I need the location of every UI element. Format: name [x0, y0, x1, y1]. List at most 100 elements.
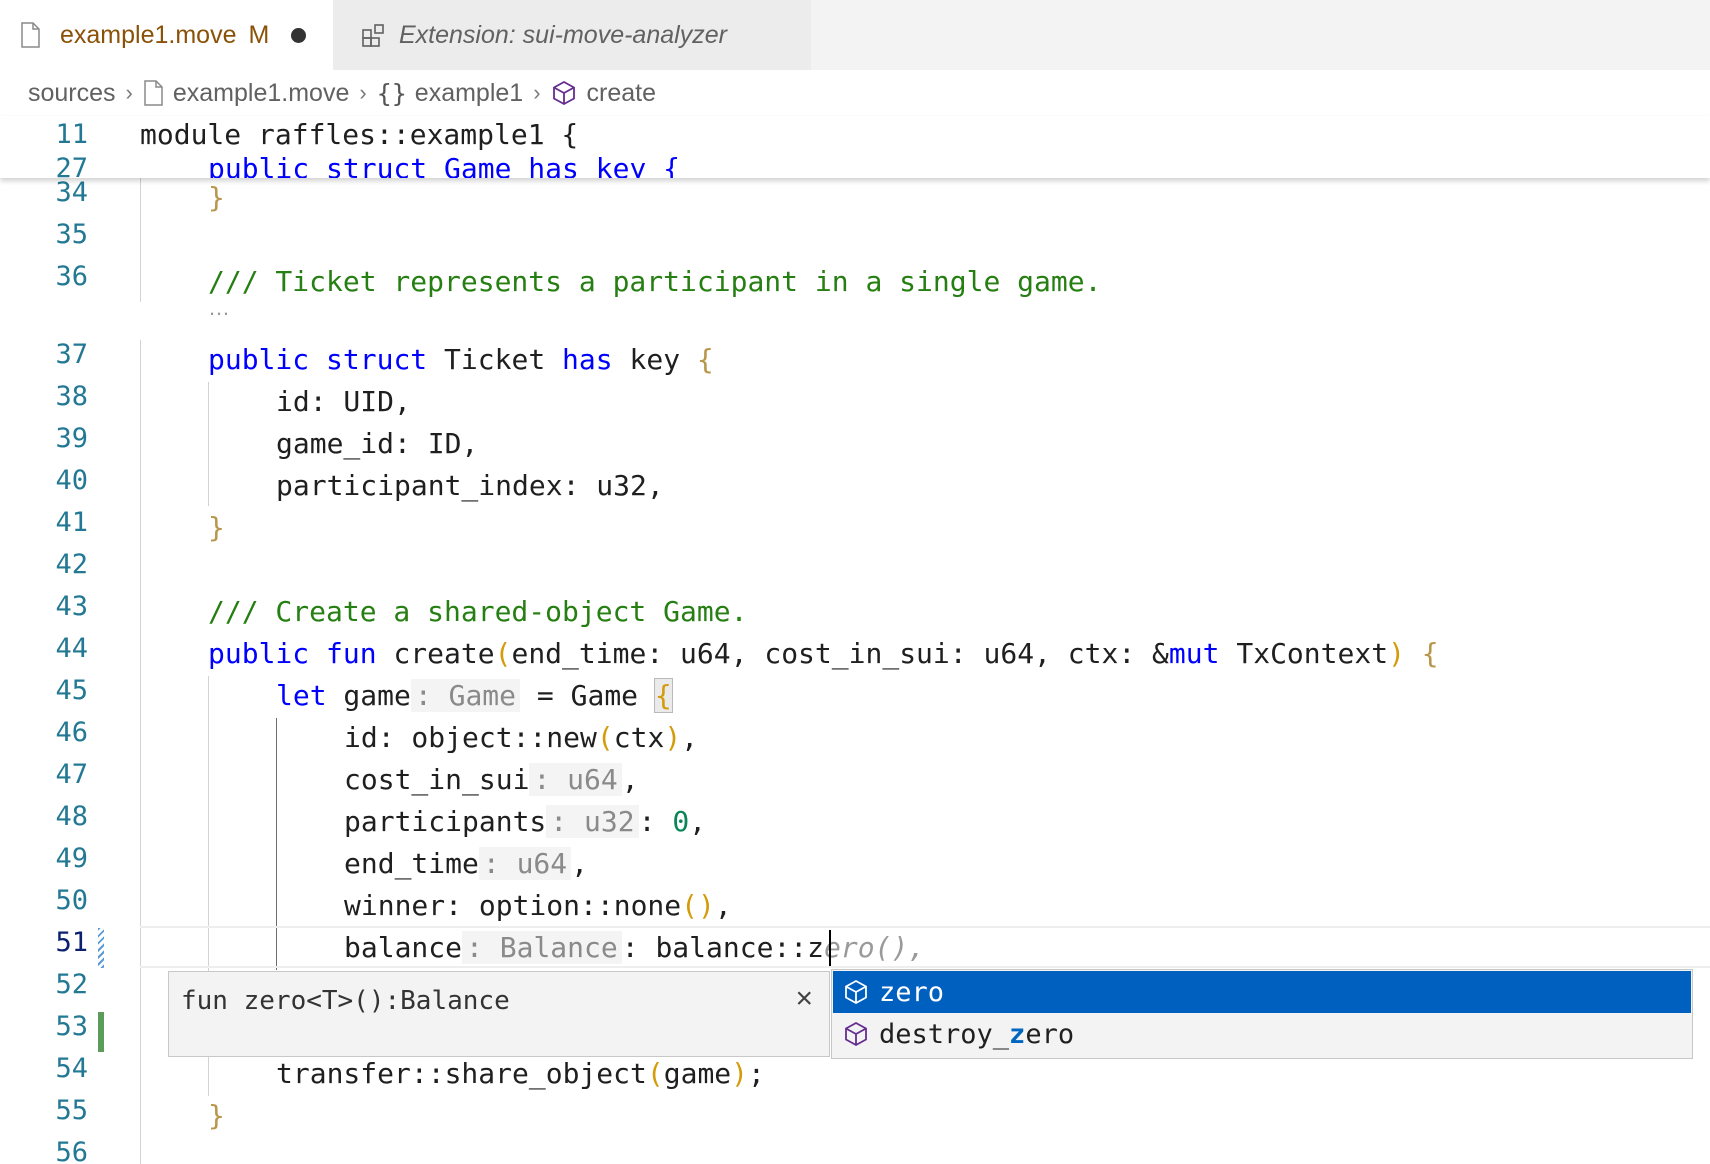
line-number: 41 [55, 507, 88, 538]
sticky-scroll[interactable]: 11 module raffles::example1 { 27 public … [0, 116, 1710, 178]
line-number: 49 [55, 843, 88, 874]
extensions-icon [362, 24, 384, 47]
line-number: 43 [55, 591, 88, 622]
line-number: 35 [55, 219, 88, 250]
identifier: game [326, 679, 411, 712]
code-line-50: winner: option::none(), [344, 885, 732, 927]
line-number: 40 [55, 465, 88, 496]
punct: , [681, 721, 699, 754]
identifier: Ticket [444, 343, 546, 376]
keyword: public [208, 343, 310, 376]
breadcrumb-item-module[interactable]: {} example1 [377, 79, 524, 108]
keyword: fun [326, 637, 377, 670]
git-added-marker[interactable] [98, 1012, 104, 1052]
inlay-type-hint: : u64 [529, 763, 622, 796]
suggestion-item-destroy-zero[interactable]: destroy_ z ero [833, 1013, 1691, 1055]
code-line-39: game_id: ID, [276, 427, 479, 460]
code-line-43-comment: /// Create a shared-object Game. [208, 595, 748, 628]
suggestion-item-zero[interactable]: zero [833, 971, 1691, 1013]
line-number: 34 [55, 177, 88, 208]
type: TxContext [1219, 637, 1389, 670]
line-number: 52 [55, 969, 88, 1000]
line-number: 38 [55, 381, 88, 412]
line-number: 48 [55, 801, 88, 832]
paren: ) [1388, 637, 1405, 670]
suggestion-label-prefix: destroy_ [879, 1018, 1010, 1050]
field-name: cost_in_sui [344, 763, 530, 796]
code-line-41: } [208, 511, 225, 544]
code-line-45: let game: Game = Game { [276, 675, 673, 717]
brace: { [696, 343, 714, 376]
folded-region-ellipsis[interactable]: … [208, 297, 230, 319]
code-line-54: transfer::share_object(game); [276, 1053, 765, 1095]
code-line-40: participant_index: u32, [276, 469, 664, 502]
tab-extension[interactable]: Extension: sui-move-analyzer [333, 0, 811, 70]
code-line-49: end_time: u64, [344, 843, 588, 885]
suggest-details-panel: fun zero<T>():Balance × [168, 971, 830, 1057]
code-line-44: public fun create(end_time: u64, cost_in… [208, 633, 1439, 675]
field-name: end_time [344, 847, 479, 880]
paren: ) [664, 721, 682, 754]
line-number: 45 [55, 675, 88, 706]
punct: , [714, 889, 732, 922]
keyword: mut [1168, 637, 1220, 670]
module-braces-icon: {} [376, 78, 407, 108]
inlay-type-hint: : Balance [462, 931, 622, 964]
breadcrumb-item-file[interactable]: example1.move [143, 79, 349, 108]
number-literal: 0 [672, 805, 690, 838]
chevron-right-icon: › [359, 80, 367, 105]
line-number: 36 [55, 261, 88, 292]
code-line-37: public struct Ticket has key { [208, 339, 714, 381]
breadcrumb-module-label: example1 [414, 78, 524, 107]
sticky-struct-line: public struct Game has key { [208, 152, 681, 178]
punct: , [571, 847, 589, 880]
field-name: balance [344, 931, 463, 964]
breadcrumb-item-symbol[interactable]: create [551, 79, 656, 108]
keyword: public [208, 637, 310, 670]
params: end_time: u64, cost_in_sui: u64, ctx: & [511, 637, 1169, 670]
matched-brace: { [653, 678, 673, 713]
line-number-active: 51 [55, 927, 88, 958]
line-number: 54 [55, 1053, 88, 1084]
suggestion-label-match: z [1009, 1018, 1026, 1050]
keyword: struct [326, 343, 428, 376]
punct: : [638, 805, 673, 838]
indent-guide [140, 178, 141, 302]
line-number: 39 [55, 423, 88, 454]
keyword: has [562, 343, 613, 376]
paren: ( [646, 1057, 664, 1090]
punct: ; [748, 1057, 765, 1090]
line-number: 44 [55, 633, 88, 664]
line-number: 46 [55, 717, 88, 748]
git-modified-marker[interactable] [98, 928, 104, 968]
code-line-47: cost_in_sui: u64, [344, 759, 639, 801]
tab-example1-move[interactable]: example1.move M [0, 0, 333, 70]
close-icon[interactable]: × [795, 982, 813, 1016]
file-icon [21, 22, 40, 48]
paren: ( [596, 721, 614, 754]
code-line-36-comment: /// Ticket represents a participant in a… [208, 265, 1102, 298]
keyword: let [276, 679, 327, 712]
modified-status-badge: M [248, 20, 270, 49]
function-name: create [393, 637, 495, 670]
tab-bar: example1.move M Extension: sui-move-anal… [0, 0, 1710, 70]
suggestion-label: zero [879, 976, 945, 1008]
line-number: 55 [55, 1095, 88, 1126]
breadcrumb-item-sources[interactable]: sources [28, 79, 116, 108]
identifier: ctx [613, 721, 665, 754]
inlay-type-hint: : u32 [546, 805, 639, 838]
brace: } [208, 181, 225, 214]
function-signature: fun zero<T>():Balance [181, 986, 510, 1016]
suggestion-label-suffix: ero [1025, 1018, 1075, 1050]
field-name: participants [344, 805, 547, 838]
chevron-right-icon: › [125, 80, 133, 105]
method-cube-icon [552, 80, 575, 106]
indent-guide [140, 340, 141, 1164]
punct: , [689, 805, 707, 838]
code-text: : balance::z [621, 931, 825, 964]
inline-suggestion-ghost-text: ero(), [824, 931, 926, 964]
unsaved-dot-icon[interactable] [291, 27, 307, 43]
line-number: 42 [55, 549, 88, 580]
code-line-34: } [208, 177, 225, 219]
code-line-48: participants: u32: 0, [344, 801, 706, 843]
